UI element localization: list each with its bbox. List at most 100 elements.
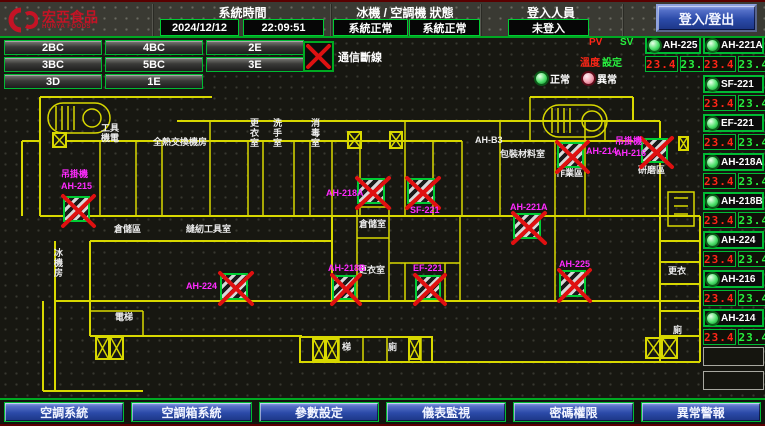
shaft-x-icon: [95, 336, 110, 360]
ahu-marker-label: AH-216: [615, 148, 646, 158]
chiller-status-value: 系統正常: [333, 19, 408, 36]
unit-AH-214-values: 23.423.4: [703, 329, 764, 345]
floor-button-3E[interactable]: 3E: [206, 57, 304, 72]
shaft-x-icon: [661, 337, 678, 359]
header-separator: [152, 4, 154, 38]
brand-logo: 宏亞食品 HUNYA FOODS: [8, 6, 98, 34]
abnormal-led-icon: [583, 73, 594, 84]
unit-AH-218A[interactable]: AH-218A: [703, 153, 764, 171]
shaft-x-icon: [678, 136, 689, 151]
legend-normal: 正常: [536, 71, 570, 86]
room-label: 更 衣 室: [250, 118, 259, 148]
unit-AH-214[interactable]: AH-214: [703, 309, 764, 327]
nav-button-4[interactable]: 儀表監視: [386, 402, 506, 422]
status-led-icon: [707, 196, 718, 207]
room-label: 工具 機電: [101, 123, 119, 143]
room-label: 電梯: [115, 312, 133, 322]
unit-name: AH-218B: [721, 196, 763, 207]
ahu-marker-AH-215[interactable]: [63, 196, 90, 222]
temp-label: 溫度: [580, 54, 600, 69]
nav-button-6[interactable]: 異常警報: [641, 402, 761, 422]
shaft-x-icon: [408, 338, 421, 360]
empty-unit-slot: [703, 371, 764, 390]
ahu-marker-SF-221[interactable]: [407, 178, 435, 204]
floor-button-2BC[interactable]: 2BC: [4, 40, 102, 55]
shaft-x-icon: [347, 131, 362, 149]
empty-unit-slot: [703, 347, 764, 366]
status-led-icon: [707, 274, 718, 285]
unit-name: AH-218A: [721, 157, 763, 168]
ahu-marker-label: 吊掛機: [615, 136, 642, 146]
red-x-icon: [219, 272, 253, 305]
temp-set-label: 溫度 設定: [580, 54, 622, 69]
unit-AH-224-values: 23.423.4: [703, 251, 764, 267]
nav-button-1[interactable]: 空調系統: [4, 402, 124, 422]
floor-button-4BC[interactable]: 4BC: [105, 40, 203, 55]
pv-value: 23.4: [645, 56, 678, 72]
unit-AH-218A-values: 23.423.4: [703, 173, 764, 189]
pv-value: 23.4: [703, 329, 736, 345]
ahu-marker-AH-225[interactable]: [559, 270, 586, 297]
unit-EF-221[interactable]: EF-221: [703, 114, 764, 132]
floor-buttons: 2BC4BC2E 3BC5BC3E 3D1E: [4, 40, 304, 89]
unit-name: AH-224: [721, 235, 755, 246]
ahu-marker-AH-214[interactable]: [557, 142, 584, 168]
room-label: 倉儲室: [359, 219, 386, 229]
red-x-icon: [305, 43, 332, 70]
unit-AH-216[interactable]: AH-216: [703, 270, 764, 288]
nav-button-2[interactable]: 空調箱系統: [131, 402, 251, 422]
unit-AH-224[interactable]: AH-224: [703, 231, 764, 249]
legend-abnormal: 異常: [583, 71, 617, 86]
ahu-marker-label: AH-218A: [326, 188, 364, 198]
ahu-marker-label: EF-221: [413, 263, 443, 273]
set-label: 設定: [602, 54, 622, 69]
sv-value: 23.4: [738, 134, 765, 150]
room-label: 倉儲區: [114, 224, 141, 234]
unit-name: EF-221: [721, 118, 754, 129]
unit-AH-225[interactable]: AH-225: [645, 36, 701, 54]
floor-button-5BC[interactable]: 5BC: [105, 57, 203, 72]
unit-AH-218B[interactable]: AH-218B: [703, 192, 764, 210]
unit-name: SF-221: [721, 79, 754, 90]
ahu-marker-EF-221[interactable]: [415, 275, 441, 300]
login-logout-button[interactable]: 登入/登出: [656, 4, 757, 32]
red-x-icon: [62, 195, 95, 227]
comm-fail-label: 通信斷線: [338, 49, 382, 65]
floor-button-1E[interactable]: 1E: [105, 74, 203, 89]
nav-button-3[interactable]: 參數設定: [259, 402, 379, 422]
unit-SF-221[interactable]: SF-221: [703, 75, 764, 93]
unit-AH-216-values: 23.423.4: [703, 290, 764, 306]
unit-SF-221-values: 23.423.4: [703, 95, 764, 111]
hunya-logo-icon: [8, 6, 38, 34]
shaft-x-icon: [52, 132, 67, 148]
red-x-icon: [331, 274, 361, 305]
sv-value: 23.4: [738, 329, 765, 345]
bottom-nav: 空調系統空調箱系統參數設定儀表監視密碼權限異常警報: [0, 398, 765, 424]
header-divider: [0, 36, 765, 38]
red-x-icon: [414, 274, 446, 305]
sv-value: 23.4: [738, 56, 765, 72]
ahu-marker-label: AH-218B: [328, 263, 366, 273]
legend-abnormal-label: 異常: [597, 71, 617, 86]
nav-button-5[interactable]: 密碼權限: [513, 402, 633, 422]
header-separator: [622, 4, 624, 38]
room-label: 縫紉工具室: [186, 224, 231, 234]
floor-button-3D[interactable]: 3D: [4, 74, 102, 89]
room-label: 洗 手 室: [273, 118, 282, 148]
pv-value: 23.4: [703, 56, 736, 72]
ahu-marker-AH-218B[interactable]: [332, 275, 356, 300]
pv-value: 23.4: [703, 251, 736, 267]
status-led-icon: [649, 40, 660, 51]
status-led-icon: [707, 157, 718, 168]
ahu-marker-AH-224[interactable]: [220, 273, 248, 300]
normal-led-icon: [536, 73, 547, 84]
shaft-x-icon: [312, 338, 326, 361]
ahu-marker-AH-221A[interactable]: [513, 213, 541, 239]
red-x-icon: [512, 212, 546, 244]
top-red-border: [0, 0, 765, 2]
floor-button-2E[interactable]: 2E: [206, 40, 304, 55]
login-user-value: 未登入: [508, 19, 589, 36]
unit-AH-221A[interactable]: AH-221A: [703, 36, 764, 54]
room-label: 全熱交換機房: [153, 137, 207, 147]
floor-button-3BC[interactable]: 3BC: [4, 57, 102, 72]
